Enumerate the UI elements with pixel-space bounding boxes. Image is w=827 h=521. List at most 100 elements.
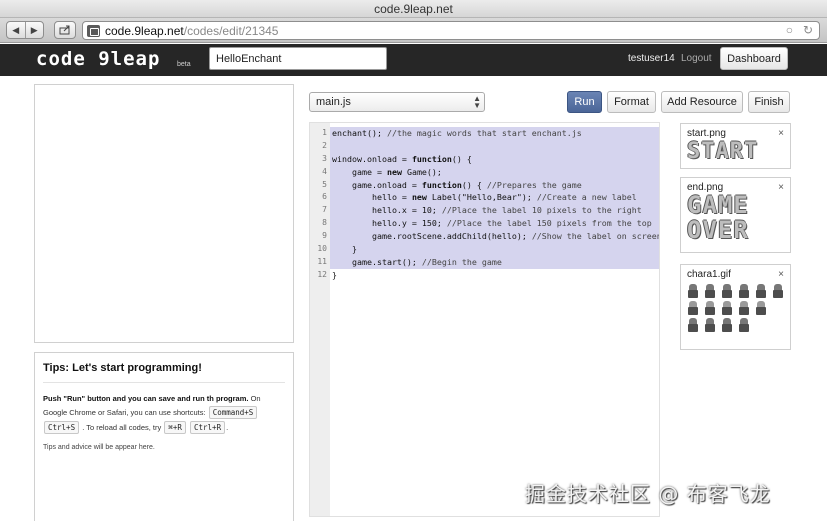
watermark: 掘金技术社区 @ 布客飞龙 (525, 482, 771, 506)
code-line[interactable]: 1 enchant(); //the magic words that start… (322, 127, 659, 140)
code-text: hello.x = 10; //Place the label 10 pixel… (330, 204, 659, 218)
url-host: code.9leap.net (105, 23, 184, 38)
bear-sprite (738, 301, 750, 315)
file-select-value: main.js (316, 96, 351, 108)
tips-footer: Tips and advice will be appear here. (43, 444, 155, 451)
url-path: /codes/edit/21345 (183, 23, 279, 38)
logo-beta: beta (177, 61, 191, 68)
tips-body: Push "Run" button and you can save and r… (43, 392, 285, 435)
bear-sprite (687, 284, 699, 298)
code-line[interactable]: 2 (322, 139, 659, 153)
project-name-input[interactable] (209, 47, 387, 70)
bear-sprite (721, 318, 733, 332)
line-number: 6 (322, 192, 327, 202)
logout-link[interactable]: Logout (681, 53, 712, 64)
file-select[interactable]: main.js ▲ ▼ (309, 92, 485, 112)
close-icon[interactable]: × (778, 269, 784, 280)
code-text: } (332, 269, 337, 280)
resource-end-png[interactable]: end.png × GAME OVER (680, 177, 791, 253)
code-text: window.onload = function() { (330, 152, 659, 166)
share-icon[interactable] (54, 21, 76, 39)
game-image-line1: GAME (687, 191, 749, 219)
bear-sprite (704, 318, 716, 332)
browser-toolbar: ◀ ▶ code.9leap.net /codes/edit/21345 ○ ↻ (0, 18, 827, 43)
tips-intro: Push "Run" button and you can save and r… (43, 394, 249, 403)
close-icon[interactable]: × (778, 128, 784, 139)
line-number: 7 (322, 205, 327, 215)
code-line[interactable]: 4 game = new Game(); (322, 165, 659, 179)
logo[interactable]: code 9leap (36, 48, 160, 70)
run-button[interactable]: Run (567, 91, 602, 113)
code-line[interactable]: 8 hello.y = 150; //Place the label 150 p… (322, 217, 659, 231)
code-line[interactable]: 3 window.onload = function() { (322, 152, 659, 166)
tips-period: . (226, 423, 229, 432)
code-text: game.onload = function() { //Prepares th… (330, 178, 659, 192)
add-resource-button[interactable]: Add Resource (661, 91, 743, 113)
line-number: 5 (322, 179, 327, 189)
shortcut-command-s: Command+S (208, 406, 258, 419)
code-text: hello.y = 150; //Place the label 150 pix… (330, 217, 659, 231)
back-icon[interactable]: ◀ (7, 22, 25, 38)
format-button[interactable]: Format (607, 91, 656, 113)
code-line[interactable]: 12} (317, 269, 659, 282)
bear-sprite (721, 301, 733, 315)
code-editor[interactable]: 1 enchant(); //the magic words that start… (309, 122, 660, 517)
tips-title: Tips: Let's start programming! (43, 362, 285, 383)
code-text: } (330, 243, 659, 256)
close-icon[interactable]: × (778, 182, 784, 193)
select-arrows-icon: ▲ ▼ (473, 94, 481, 110)
shortcut-cmd-r: ⌘+R (164, 421, 186, 434)
line-number: 1 (322, 128, 327, 137)
reader-icon[interactable]: ○ (786, 23, 793, 37)
line-number: 12 (317, 269, 327, 279)
finish-button[interactable]: Finish (748, 91, 790, 113)
code-line[interactable]: 11 game.start(); //Begin the game (317, 255, 659, 269)
line-number: 9 (322, 231, 327, 241)
username: testuser14 (628, 53, 675, 64)
chara-sprite-sheet (687, 284, 784, 332)
bear-sprite (687, 301, 699, 315)
site-favicon-icon (87, 24, 100, 37)
url-bar[interactable]: code.9leap.net /codes/edit/21345 ○ ↻ (82, 21, 820, 40)
line-number: 2 (322, 140, 327, 150)
resource-name: start.png (687, 128, 726, 139)
code-line[interactable]: 6 hello = new Label("Hello,Bear"); //Cre… (322, 191, 659, 205)
resource-start-png[interactable]: start.png × START (680, 123, 791, 169)
reload-icon[interactable]: ↻ (803, 23, 813, 37)
resource-name: chara1.gif (687, 269, 731, 280)
bear-sprite (738, 318, 750, 332)
dashboard-button[interactable]: Dashboard (720, 47, 788, 70)
bear-sprite (704, 301, 716, 315)
code-text: enchant(); //the magic words that start … (330, 127, 659, 140)
code-line[interactable]: 5 game.onload = function() { //Prepares … (322, 178, 659, 192)
code-text: hello = new Label("Hello,Bear"); //Creat… (330, 191, 659, 205)
shortcut-ctrl-s: Ctrl+S (44, 421, 80, 434)
code-line[interactable]: 10 } (317, 243, 659, 256)
site-header: code 9leap beta testuser14 Logout Dashbo… (0, 44, 827, 76)
code-line[interactable]: 7 hello.x = 10; //Place the label 10 pix… (322, 204, 659, 218)
line-number: 10 (317, 244, 327, 254)
line-number: 11 (317, 256, 327, 266)
bear-sprite (687, 318, 699, 332)
bear-sprite (704, 284, 716, 298)
code-text: game.start(); //Begin the game (330, 255, 659, 269)
resource-chara1-gif[interactable]: chara1.gif × (680, 264, 791, 350)
shortcut-ctrl-r: Ctrl+R (190, 421, 226, 434)
game-preview[interactable] (34, 84, 294, 343)
code-text (330, 139, 659, 153)
tips-panel: Tips: Let's start programming! Push "Run… (34, 352, 294, 521)
code-text: game.rootScene.addChild(hello); //Show t… (330, 230, 660, 244)
line-number: 3 (322, 153, 327, 163)
code-area[interactable]: 1 enchant(); //the magic words that start… (317, 127, 660, 282)
nav-buttons: ◀ ▶ (6, 21, 44, 39)
tips-reload-text: . To reload all codes, try (82, 423, 162, 432)
start-image: START (687, 139, 759, 164)
code-line[interactable]: 9 game.rootScene.addChild(hello); //Show… (322, 230, 660, 244)
forward-icon[interactable]: ▶ (24, 22, 44, 38)
bear-sprite (738, 284, 750, 298)
window-title: code.9leap.net (0, 0, 827, 18)
code-text: game = new Game(); (330, 165, 659, 179)
line-number: 4 (322, 166, 327, 176)
game-image-line2: OVER (687, 216, 749, 244)
bear-sprite (755, 284, 767, 298)
